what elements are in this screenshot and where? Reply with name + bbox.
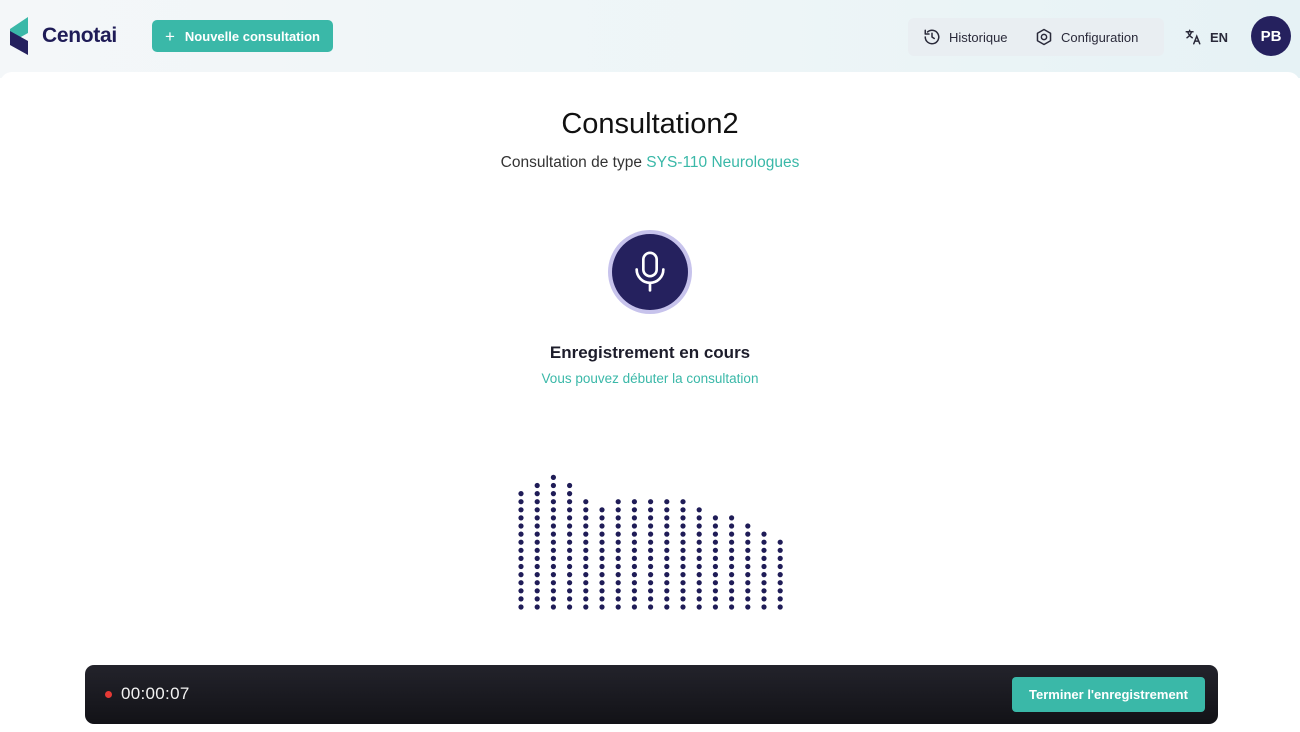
nav-configuration-label: Configuration — [1061, 29, 1139, 45]
plus-icon: + — [164, 26, 175, 46]
history-icon — [924, 29, 940, 45]
nav-history[interactable]: Historique — [923, 18, 1008, 56]
microphone-icon — [635, 251, 665, 292]
consultation-type-link[interactable]: SYS-110 Neurologues — [646, 154, 799, 171]
recording-timer: 00:00:07 — [121, 684, 190, 703]
consultation-type-prefix: Consultation de type — [500, 154, 647, 171]
recording-status-title: Enregistrement en cours — [549, 343, 751, 362]
new-consultation-label: Nouvelle consultation — [184, 28, 320, 44]
page-title: Consultation2 — [561, 108, 739, 140]
language-label: EN — [1210, 29, 1229, 45]
user-avatar[interactable]: PB — [1251, 16, 1291, 56]
stop-recording-button[interactable]: Terminer l'enregistrement — [1012, 677, 1205, 712]
consultation-type-line: Consultation de type SYS-110 Neurologues — [0, 154, 1300, 172]
microphone-button-core — [612, 234, 688, 310]
nav-history-label: Historique — [949, 29, 1008, 45]
new-consultation-button[interactable]: + Nouvelle consultation — [152, 20, 333, 52]
microphone-button[interactable] — [608, 230, 692, 314]
top-navigation-bar: Cenotai + Nouvelle consultation Historiq… — [0, 0, 1300, 78]
nav-configuration[interactable]: Configuration — [1035, 18, 1138, 56]
brand-name: Cenotai — [42, 24, 117, 47]
recording-indicator-dot — [105, 691, 112, 698]
translate-icon — [1185, 29, 1201, 45]
cenotai-logo-icon — [10, 17, 28, 55]
brand-logo[interactable]: Cenotai — [10, 16, 117, 56]
language-selector[interactable]: EN — [1184, 18, 1228, 56]
recording-control-bar: 00:00:07 Terminer l'enregistrement — [85, 665, 1218, 724]
main-navigation: Historique Configuration — [908, 18, 1164, 56]
recording-status-subtitle: Vous pouvez débuter la consultation — [541, 371, 759, 386]
gear-icon — [1036, 28, 1052, 46]
